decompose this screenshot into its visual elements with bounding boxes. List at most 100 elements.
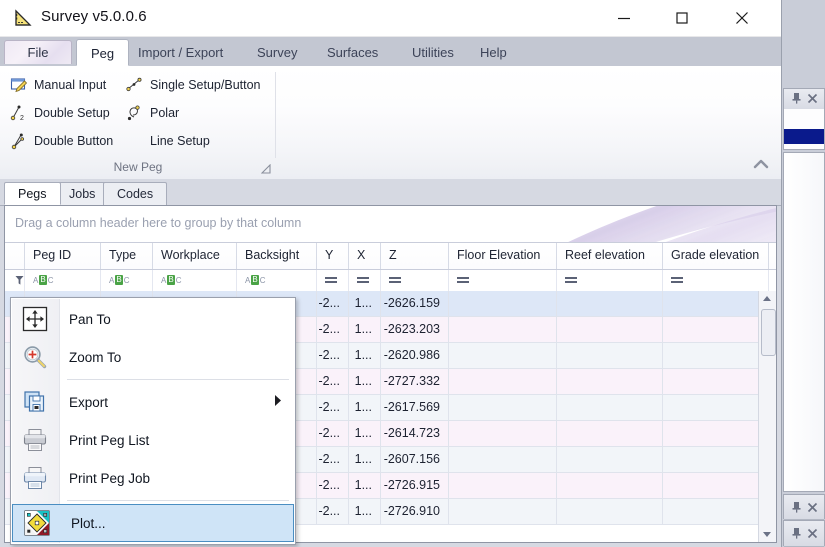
context-menu-item-export[interactable]: Export: [11, 383, 295, 421]
filter-peg-id[interactable]: ABC: [25, 270, 101, 292]
cell-empty[interactable]: [663, 421, 769, 446]
ribbon-tab-peg[interactable]: Peg: [76, 39, 129, 66]
column-type[interactable]: Type: [101, 243, 153, 269]
scrollbar-thumb[interactable]: [761, 309, 776, 356]
cell-z[interactable]: -2726.915: [381, 473, 449, 498]
cell-empty[interactable]: [663, 473, 769, 498]
cell-empty[interactable]: [449, 473, 557, 498]
column-su[interactable]: Su: [769, 243, 777, 269]
maximize-button[interactable]: [659, 0, 705, 35]
cell-y[interactable]: -2...: [317, 291, 349, 316]
ribbon-item-line-setup[interactable]: Line Setup: [126, 130, 210, 152]
ribbon-item-double-setup[interactable]: 2 Double Setup: [10, 102, 110, 124]
cell-y[interactable]: -2...: [317, 447, 349, 472]
tab-codes[interactable]: Codes: [103, 182, 167, 205]
ribbon-tab-survey[interactable]: Survey: [243, 39, 311, 66]
cell-x[interactable]: 1...: [349, 499, 381, 524]
cell-empty[interactable]: [557, 499, 663, 524]
column-y[interactable]: Y: [317, 243, 349, 269]
cell-x[interactable]: 1...: [349, 447, 381, 472]
ribbon-tab-utilities[interactable]: Utilities: [398, 39, 468, 66]
scroll-down-button[interactable]: [759, 526, 775, 542]
filter-funnel-icon[interactable]: [15, 275, 24, 289]
cell-empty[interactable]: [449, 317, 557, 342]
cell-empty[interactable]: [449, 499, 557, 524]
filter-workplace[interactable]: ABC: [153, 270, 237, 292]
cell-y[interactable]: -2...: [317, 317, 349, 342]
cell-empty[interactable]: [663, 369, 769, 394]
pin-icon[interactable]: [791, 92, 802, 107]
column-peg-id[interactable]: Peg ID: [25, 243, 101, 269]
cell-y[interactable]: -2...: [317, 369, 349, 394]
cell-empty[interactable]: [449, 447, 557, 472]
cell-empty[interactable]: [663, 499, 769, 524]
cell-x[interactable]: 1...: [349, 473, 381, 498]
filter-floor-elevation[interactable]: [449, 270, 557, 292]
cell-empty[interactable]: [449, 291, 557, 316]
ribbon-item-manual-input[interactable]: Manual Input: [10, 74, 106, 96]
cell-empty[interactable]: [449, 343, 557, 368]
cell-z[interactable]: -2623.203: [381, 317, 449, 342]
context-menu-item-plot[interactable]: Plot...: [12, 504, 294, 542]
ribbon-tab-file[interactable]: File: [4, 40, 72, 64]
cell-x[interactable]: 1...: [349, 395, 381, 420]
cell-empty[interactable]: [557, 291, 663, 316]
cell-empty[interactable]: [449, 395, 557, 420]
cell-empty[interactable]: [449, 421, 557, 446]
cell-empty[interactable]: [663, 395, 769, 420]
column-z[interactable]: Z: [381, 243, 449, 269]
column-floor-elevation[interactable]: Floor Elevation: [449, 243, 557, 269]
cell-x[interactable]: 1...: [349, 291, 381, 316]
filter-y[interactable]: [317, 270, 349, 292]
minimize-button[interactable]: [601, 0, 647, 35]
close-icon[interactable]: [807, 502, 818, 516]
cell-x[interactable]: 1...: [349, 317, 381, 342]
cell-z[interactable]: -2727.332: [381, 369, 449, 394]
cell-empty[interactable]: [557, 395, 663, 420]
tab-jobs[interactable]: Jobs: [55, 182, 109, 205]
cell-empty[interactable]: [557, 421, 663, 446]
close-icon[interactable]: [807, 93, 818, 107]
cell-empty[interactable]: [557, 317, 663, 342]
cell-empty[interactable]: [663, 317, 769, 342]
filter-type[interactable]: ABC: [101, 270, 153, 292]
cell-y[interactable]: -2...: [317, 473, 349, 498]
pin-icon[interactable]: [791, 501, 802, 516]
filter-x[interactable]: [349, 270, 381, 292]
context-menu-item-pan-to[interactable]: Pan To: [11, 300, 295, 338]
cell-z[interactable]: -2626.159: [381, 291, 449, 316]
ribbon-item-single-setup-button[interactable]: Single Setup/Button: [126, 74, 261, 96]
ribbon-item-double-button[interactable]: Double Button: [10, 130, 113, 152]
cell-z[interactable]: -2617.569: [381, 395, 449, 420]
column-workplace[interactable]: Workplace: [153, 243, 237, 269]
cell-empty[interactable]: [557, 447, 663, 472]
column-x[interactable]: X: [349, 243, 381, 269]
ribbon-item-polar[interactable]: Polar: [126, 102, 179, 124]
cell-y[interactable]: -2...: [317, 395, 349, 420]
filter-grade-elevation[interactable]: [663, 270, 769, 292]
grid-vertical-scrollbar[interactable]: [758, 291, 776, 542]
cell-z[interactable]: -2614.723: [381, 421, 449, 446]
cell-empty[interactable]: [663, 343, 769, 368]
cell-z[interactable]: -2607.156: [381, 447, 449, 472]
cell-x[interactable]: 1...: [349, 421, 381, 446]
filter-z[interactable]: [381, 270, 449, 292]
cell-empty[interactable]: [557, 343, 663, 368]
cell-empty[interactable]: [663, 291, 769, 316]
filter-reef-elevation[interactable]: [557, 270, 663, 292]
ribbon-tab-surfaces[interactable]: Surfaces: [313, 39, 392, 66]
cell-y[interactable]: -2...: [317, 499, 349, 524]
dialog-launcher-icon[interactable]: [261, 163, 271, 173]
filter-backsight[interactable]: ABC: [237, 270, 317, 292]
cell-x[interactable]: 1...: [349, 369, 381, 394]
cell-y[interactable]: -2...: [317, 343, 349, 368]
context-menu-item-print-peg-list[interactable]: Print Peg List: [11, 421, 295, 459]
filter-su[interactable]: [769, 270, 777, 292]
cell-empty[interactable]: [449, 369, 557, 394]
context-menu-item-zoom-to[interactable]: Zoom To: [11, 338, 295, 376]
tab-pegs[interactable]: Pegs: [4, 182, 61, 205]
cell-empty[interactable]: [663, 447, 769, 472]
cell-z[interactable]: -2726.910: [381, 499, 449, 524]
column-backsight[interactable]: Backsight: [237, 243, 317, 269]
pin-icon[interactable]: [791, 527, 802, 542]
